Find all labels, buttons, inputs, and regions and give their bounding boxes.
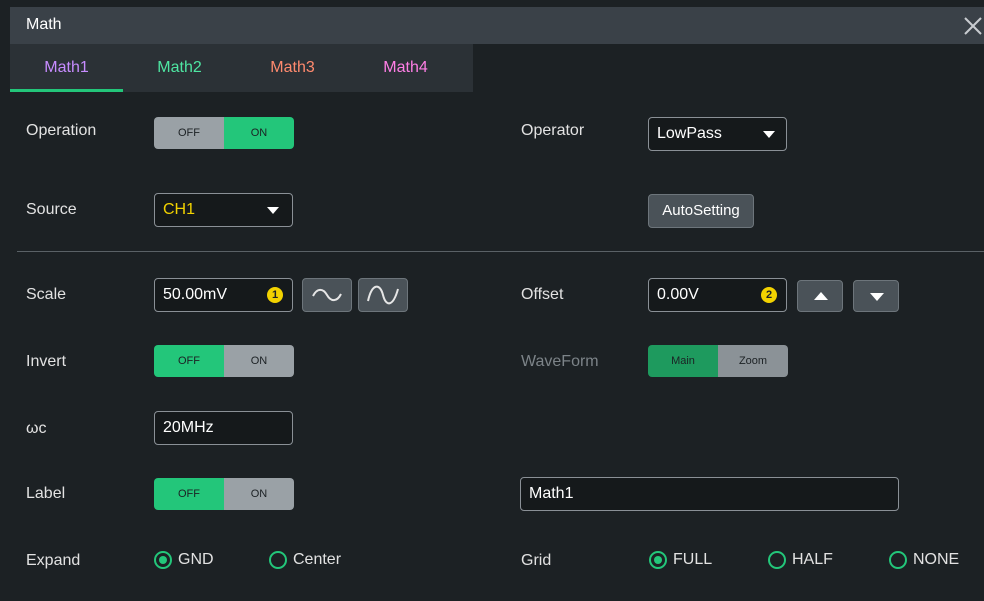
grid-label: Grid: [521, 552, 552, 569]
operator-value: LowPass: [657, 125, 722, 142]
wc-label: ωc: [26, 420, 47, 437]
invert-on-option[interactable]: ON: [224, 345, 294, 377]
scale-fine-button[interactable]: [358, 278, 408, 312]
invert-label: Invert: [26, 353, 67, 370]
knob-2-icon: 2: [761, 287, 777, 303]
wc-value: 20MHz: [163, 419, 214, 436]
tab-math2[interactable]: Math2: [123, 44, 236, 92]
label-on-option[interactable]: ON: [224, 478, 294, 510]
close-icon[interactable]: [962, 15, 984, 37]
invert-off-option[interactable]: OFF: [154, 345, 224, 377]
autosetting-button[interactable]: AutoSetting: [648, 194, 754, 228]
tab-math3-label: Math3: [270, 59, 315, 76]
knob-1-icon: 1: [267, 287, 283, 303]
label-text-input[interactable]: Math1: [520, 477, 899, 511]
tab-math2-label: Math2: [157, 59, 202, 76]
tab-math4-label: Math4: [383, 59, 428, 76]
grid-half-label: HALF: [792, 551, 833, 568]
offset-down-button[interactable]: [853, 280, 899, 312]
section-divider: [17, 251, 984, 252]
window-title: Math: [26, 16, 62, 33]
offset-value: 0.00V: [657, 286, 699, 303]
expand-label: Expand: [26, 552, 81, 569]
operation-label: Operation: [26, 122, 97, 139]
label-row-label: Label: [26, 485, 66, 502]
operator-label: Operator: [521, 122, 585, 139]
grid-none-label: NONE: [913, 551, 960, 568]
waveform-label: WaveForm: [521, 353, 599, 370]
waveform-toggle[interactable]: Main Zoom: [648, 345, 788, 377]
scale-coarse-button[interactable]: [302, 278, 352, 312]
scale-value: 50.00mV: [163, 286, 228, 303]
operation-toggle[interactable]: OFF ON: [154, 117, 294, 149]
grid-half-radio[interactable]: HALF: [768, 551, 833, 569]
offset-label: Offset: [521, 286, 564, 303]
grid-full-label: FULL: [673, 551, 713, 568]
offset-input[interactable]: 0.00V 2: [648, 278, 787, 312]
operator-select[interactable]: LowPass: [648, 117, 787, 151]
grid-none-radio[interactable]: NONE: [889, 551, 959, 569]
radio-unselected-icon: [269, 551, 287, 569]
source-select[interactable]: CH1: [154, 193, 293, 227]
operation-on-option[interactable]: ON: [224, 117, 294, 149]
invert-toggle[interactable]: OFF ON: [154, 345, 294, 377]
wc-input[interactable]: 20MHz: [154, 411, 293, 445]
label-text-value: Math1: [529, 485, 574, 502]
tab-math4[interactable]: Math4: [349, 44, 462, 92]
waveform-zoom-option[interactable]: Zoom: [718, 345, 788, 377]
radio-selected-icon: [649, 551, 667, 569]
offset-up-button[interactable]: [797, 280, 843, 312]
radio-selected-icon: [154, 551, 172, 569]
tab-math1-label: Math1: [44, 59, 89, 76]
operation-off-option[interactable]: OFF: [154, 117, 224, 149]
expand-gnd-label: GND: [178, 551, 214, 568]
expand-center-radio[interactable]: Center: [269, 551, 341, 569]
triangle-up-icon: [814, 292, 828, 300]
waveform-main-option[interactable]: Main: [648, 345, 718, 377]
sine-icon: [312, 288, 342, 302]
triangle-down-icon: [870, 293, 884, 301]
math-tab-bar: Math1 Math2 Math3 Math4: [10, 44, 473, 92]
source-label: Source: [26, 201, 77, 218]
scale-input[interactable]: 50.00mV 1: [154, 278, 293, 312]
scale-label: Scale: [26, 286, 67, 303]
expand-gnd-radio[interactable]: GND: [154, 551, 214, 569]
tab-math3[interactable]: Math3: [236, 44, 349, 92]
label-off-option[interactable]: OFF: [154, 478, 224, 510]
expand-center-label: Center: [293, 551, 342, 568]
radio-unselected-icon: [889, 551, 907, 569]
radio-unselected-icon: [768, 551, 786, 569]
label-toggle[interactable]: OFF ON: [154, 478, 294, 510]
title-bar: Math: [10, 7, 984, 44]
source-value: CH1: [163, 201, 196, 218]
sine-wave-icon: [367, 285, 399, 305]
grid-full-radio[interactable]: FULL: [649, 551, 712, 569]
chevron-down-icon: [267, 207, 279, 214]
chevron-down-icon: [763, 131, 775, 138]
tab-math1[interactable]: Math1: [10, 44, 123, 92]
